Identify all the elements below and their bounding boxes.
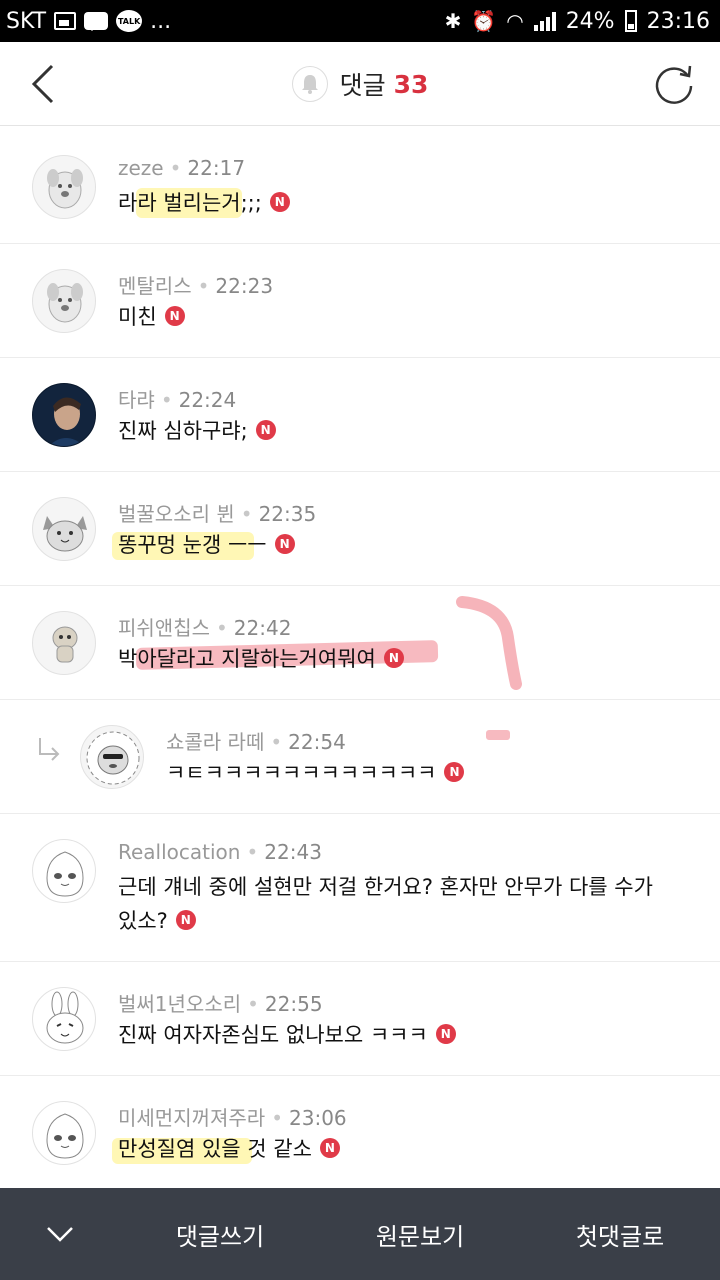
comment-author[interactable]: 멘탈리스 xyxy=(118,274,192,298)
comment-text: 똥꾸멍 눈갱 ㅡㅡ xyxy=(118,533,267,557)
creature-character-avatar[interactable] xyxy=(32,611,96,675)
view-original-button[interactable]: 원문보기 xyxy=(320,1217,520,1252)
comment-author[interactable]: 쇼콜라 라떼 xyxy=(166,730,264,754)
reply-arrow-icon xyxy=(39,738,60,761)
new-badge: N xyxy=(255,420,276,440)
alarm-icon: ⏰ xyxy=(471,9,497,33)
bell-icon xyxy=(301,75,318,94)
bluetooth-icon: ✱ xyxy=(444,9,462,33)
comment-time: 22:24 xyxy=(178,388,237,412)
comment-author[interactable]: 벌꿀오소리 뷘 xyxy=(118,502,235,526)
battery-icon xyxy=(624,10,637,32)
comment-count: 33 xyxy=(393,69,429,99)
comment-author[interactable]: 타랴 xyxy=(118,388,155,412)
comment-time: 22:43 xyxy=(264,840,322,864)
comment-text: 진짜 심하구랴; xyxy=(118,419,248,443)
dog-character-avatar[interactable] xyxy=(32,155,96,219)
pink-marker-dash xyxy=(486,730,510,740)
new-badge: N xyxy=(383,648,404,668)
more-notifications: ... xyxy=(150,8,172,34)
new-badge: N xyxy=(444,762,465,782)
comment-text: 박아달라고 지랄하는거여뭐여 xyxy=(118,647,376,671)
status-bar: SKT TALK ... ✱ ⏰ ◠ 24% 23:16 xyxy=(0,0,720,42)
new-badge: N xyxy=(269,192,290,212)
comment-text: 진짜 여자자존심도 없나보오 ㅋㅋㅋ xyxy=(118,1023,428,1047)
comment-author[interactable]: Reallocation xyxy=(118,840,240,864)
signal-icon xyxy=(533,11,556,31)
refresh-icon xyxy=(655,65,693,104)
comment-item[interactable]: Reallocation • 22:43 근데 걔네 중에 설현만 저걸 한거요? … xyxy=(0,814,720,962)
new-badge: N xyxy=(175,910,196,930)
carrier-label: SKT xyxy=(6,8,47,34)
photo-avatar[interactable] xyxy=(32,383,96,447)
comments-header: 댓글 33 xyxy=(0,42,720,126)
comment-text: ㅋㅌㅋㅋㅋㅋㅋㅋㅋㅋㅋㅋㅋㅋ xyxy=(166,761,437,785)
peach-character-avatar[interactable] xyxy=(32,839,96,903)
comment-item[interactable]: 벌꿀오소리 뷘 • 22:35 똥꾸멍 눈갱 ㅡㅡ N xyxy=(0,472,720,586)
gallery-icon xyxy=(54,12,77,30)
cat-character-avatar[interactable] xyxy=(32,497,96,561)
new-badge: N xyxy=(435,1024,456,1044)
collapse-button[interactable] xyxy=(0,1188,120,1280)
comment-item[interactable]: 타랴 • 22:24 진짜 심하구랴; N xyxy=(0,358,720,472)
comment-author[interactable]: 피쉬앤칩스 xyxy=(118,616,210,640)
comment-time: 23:06 xyxy=(289,1106,347,1130)
comment-time: 22:54 xyxy=(288,730,346,754)
refresh-button[interactable] xyxy=(650,60,698,108)
comment-time: 22:55 xyxy=(264,992,323,1016)
comment-item[interactable]: 미세먼지꺼져주라 • 23:06 만성질염 있을 것 같소 N xyxy=(0,1076,720,1194)
rabbit-character-avatar[interactable] xyxy=(32,987,96,1051)
comment-text: 만성질염 있을 것 같소 xyxy=(118,1137,312,1161)
message-icon xyxy=(84,12,109,31)
comment-text: 미친 xyxy=(118,305,157,329)
write-comment-button[interactable]: 댓글쓰기 xyxy=(120,1217,320,1252)
new-badge: N xyxy=(274,534,295,554)
battery-percent: 24% xyxy=(565,8,615,34)
comment-item[interactable]: zeze • 22:17 라라 벌리는거;;; N xyxy=(0,130,720,244)
comment-time: 22:17 xyxy=(187,156,246,180)
comment-time: 22:23 xyxy=(215,274,274,298)
comment-list: zeze • 22:17 라라 벌리는거;;; N 멘탈리스 • 22:23 미친 N 타랴… xyxy=(0,130,720,1194)
bottom-action-bar: 댓글쓰기 원문보기 첫댓글로 xyxy=(0,1188,720,1280)
clock: 23:16 xyxy=(646,8,710,34)
comment-time: 22:42 xyxy=(233,616,292,640)
comment-author[interactable]: zeze xyxy=(118,156,164,180)
go-first-comment-button[interactable]: 첫댓글로 xyxy=(520,1217,720,1252)
reply-comment-item[interactable]: 쇼콜라 라떼 • 22:54 ㅋㅌㅋㅋㅋㅋㅋㅋㅋㅋㅋㅋㅋㅋ N xyxy=(0,700,720,814)
notification-bell-button[interactable] xyxy=(291,66,328,102)
comment-author[interactable]: 벌써1년오소리 xyxy=(118,992,241,1016)
lion-character-avatar[interactable] xyxy=(80,725,144,789)
pink-marker-stroke xyxy=(456,596,522,690)
new-badge: N xyxy=(319,1138,340,1158)
new-badge: N xyxy=(164,306,185,326)
comment-text: 근데 걔네 중에 설현만 저걸 한거요? 혼자만 안무가 다를 수가 있소? xyxy=(118,875,653,933)
dog-character-avatar[interactable] xyxy=(32,269,96,333)
peach-character-avatar[interactable] xyxy=(32,1101,96,1165)
comment-author[interactable]: 미세먼지꺼져주라 xyxy=(118,1106,265,1130)
page-title: 댓글 xyxy=(339,71,386,100)
comment-text: 라라 벌리는거;;; xyxy=(118,191,262,215)
comment-time: 22:35 xyxy=(258,502,317,526)
wifi-icon: ◠ xyxy=(506,9,524,33)
comment-item[interactable]: 벌써1년오소리 • 22:55 진짜 여자자존심도 없나보오 ㅋㅋㅋ N xyxy=(0,962,720,1076)
comment-item[interactable]: 멘탈리스 • 22:23 미친 N xyxy=(0,244,720,358)
chevron-down-icon xyxy=(47,1227,73,1242)
comment-item[interactable]: 피쉬앤칩스 • 22:42 박아달라고 지랄하는거여뭐여 N xyxy=(0,586,720,700)
kakaotalk-icon: TALK xyxy=(116,10,143,32)
